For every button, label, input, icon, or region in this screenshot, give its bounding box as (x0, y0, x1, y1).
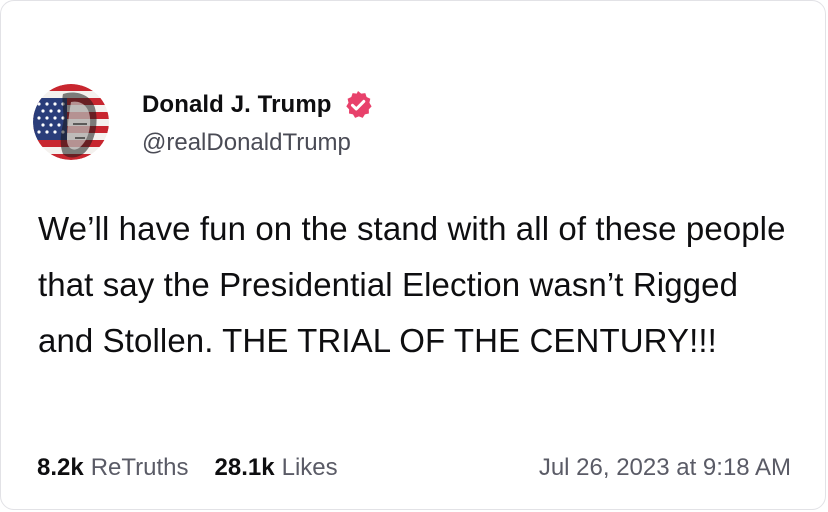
retruths-label: ReTruths (90, 454, 189, 481)
display-name[interactable]: Donald J. Trump (142, 91, 332, 119)
likes-count: 28.1k (214, 454, 275, 481)
post-header: Donald J. Trump @realDonaldTrump (33, 77, 374, 167)
post-timestamp[interactable]: Jul 26, 2023 at 9:18 AM (539, 454, 791, 482)
likes-label: Likes (281, 454, 338, 481)
verified-badge-icon (342, 89, 374, 121)
retruths-stat[interactable]: 8.2k ReTruths (37, 454, 189, 482)
likes-stat[interactable]: 28.1k Likes (215, 454, 338, 482)
name-row: Donald J. Trump (142, 87, 374, 123)
author-handle[interactable]: @realDonaldTrump (142, 129, 374, 157)
avatar[interactable] (33, 84, 109, 160)
post-footer: 8.2k ReTruths 28.1k Likes Jul 26, 2023 a… (37, 448, 791, 488)
post-body-text: We’ll have fun on the stand with all of … (38, 210, 795, 359)
flag-portrait-avatar-icon (33, 84, 109, 160)
post-card: Donald J. Trump @realDonaldTrump We’ll h… (0, 0, 826, 510)
author-names: Donald J. Trump @realDonaldTrump (142, 87, 374, 157)
retruths-count: 8.2k (37, 454, 84, 481)
